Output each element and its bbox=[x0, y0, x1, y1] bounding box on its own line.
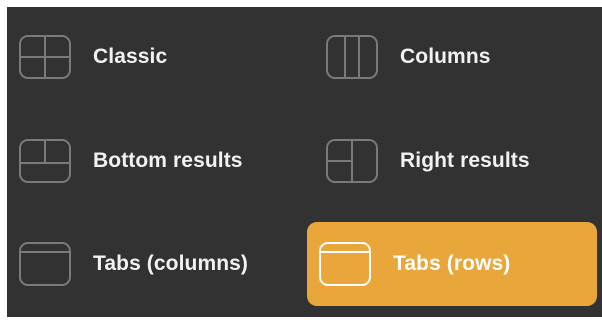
layout-option-label: Columns bbox=[400, 45, 491, 68]
classic-layout-icon bbox=[17, 34, 73, 80]
layout-option-label: Tabs (rows) bbox=[393, 252, 511, 275]
bottom-results-layout-icon bbox=[17, 138, 73, 184]
layout-picker-panel: Classic Columns Bottom results Right res… bbox=[7, 7, 602, 317]
layout-option-label: Right results bbox=[400, 149, 530, 172]
right-results-layout-icon bbox=[324, 138, 380, 184]
layout-option-tabs-columns[interactable]: Tabs (columns) bbox=[7, 222, 297, 306]
columns-layout-icon bbox=[324, 34, 380, 80]
layout-option-bottom-results[interactable]: Bottom results bbox=[7, 119, 297, 203]
layout-option-label: Classic bbox=[93, 45, 168, 68]
layout-option-right-results[interactable]: Right results bbox=[314, 119, 602, 203]
layout-option-label: Tabs (columns) bbox=[93, 252, 249, 275]
layout-option-columns[interactable]: Columns bbox=[314, 15, 602, 99]
layout-option-label: Bottom results bbox=[93, 149, 243, 172]
layout-option-tabs-rows[interactable]: Tabs (rows) bbox=[307, 222, 597, 306]
tabs-columns-layout-icon bbox=[17, 241, 73, 287]
layout-option-classic[interactable]: Classic bbox=[7, 15, 297, 99]
tabs-rows-layout-icon bbox=[317, 241, 373, 287]
